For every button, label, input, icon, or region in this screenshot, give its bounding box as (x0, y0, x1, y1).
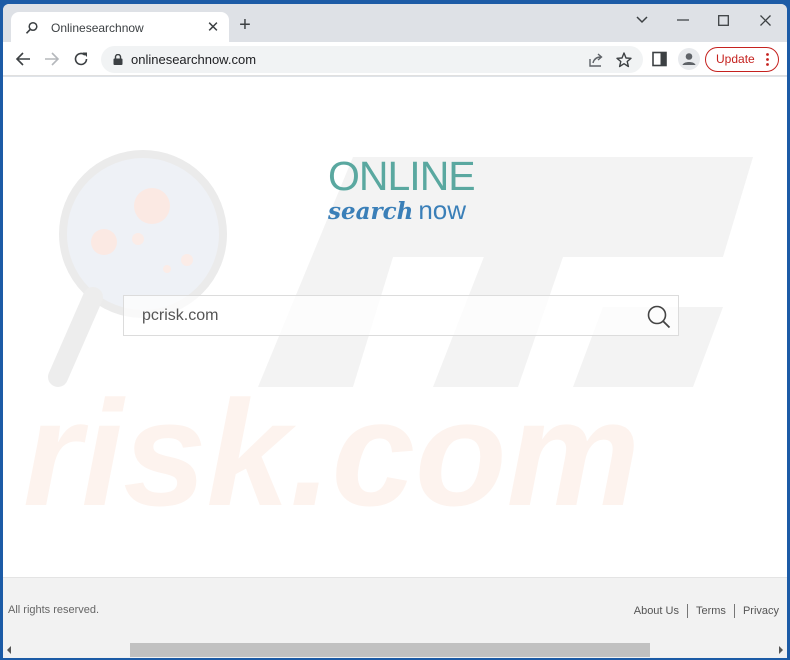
arrow-left-icon (15, 52, 30, 66)
tab-search-dropdown-button[interactable] (629, 10, 655, 30)
browser-window: Onlinesearchnow ✕ + onlinesearchnow.com (3, 4, 787, 658)
new-tab-button[interactable]: + (235, 15, 255, 36)
close-icon (759, 14, 771, 26)
horizontal-scrollbar[interactable] (3, 641, 787, 658)
arrow-right-icon (45, 52, 60, 66)
site-logo: ONLINE search now (328, 153, 478, 228)
logo-online-text: ONLINE (328, 153, 476, 199)
close-window-button[interactable] (752, 10, 778, 30)
avatar-icon (682, 53, 696, 65)
link-divider (733, 604, 735, 618)
link-divider (686, 604, 688, 618)
watermark-risk-text: risk.com (23, 369, 640, 537)
copyright-text: All rights reserved. (8, 604, 100, 616)
scroll-right-arrow-icon[interactable] (779, 646, 783, 654)
watermark-magnifier (48, 150, 227, 387)
scrollbar-thumb[interactable] (130, 643, 650, 657)
search-input[interactable] (124, 296, 634, 335)
reload-icon (74, 52, 88, 66)
search-box (123, 295, 679, 336)
side-panel-icon[interactable] (651, 50, 669, 68)
footer-links: About Us Terms Privacy (634, 604, 779, 618)
browser-toolbar: onlinesearchnow.com Update (3, 42, 787, 76)
about-us-link[interactable]: About Us (634, 605, 679, 617)
logo-search-text: search (328, 198, 414, 225)
tab-strip: Onlinesearchnow ✕ + (3, 4, 787, 46)
update-label: Update (716, 52, 755, 66)
maximize-button[interactable] (710, 10, 736, 30)
maximize-icon (717, 14, 729, 26)
terms-link[interactable]: Terms (696, 605, 726, 617)
minimize-icon (677, 19, 689, 21)
search-icon (25, 21, 38, 34)
address-bar[interactable]: onlinesearchnow.com (101, 46, 643, 73)
url-text[interactable]: onlinesearchnow.com (131, 52, 256, 67)
privacy-link[interactable]: Privacy (743, 605, 779, 617)
profile-button[interactable] (678, 48, 700, 70)
bookmark-star-icon[interactable] (615, 51, 633, 69)
tab-title: Onlinesearchnow (51, 21, 144, 35)
search-button-icon[interactable] (646, 304, 672, 330)
back-button[interactable] (12, 48, 34, 70)
update-button[interactable]: Update (705, 47, 779, 72)
logo-now-text: now (418, 195, 467, 225)
minimize-button[interactable] (670, 10, 696, 30)
page-content: risk.com ONLINE search now (3, 77, 787, 577)
chevron-down-icon (636, 16, 648, 24)
page-footer: All rights reserved. About Us Terms Priv… (3, 577, 787, 641)
forward-button[interactable] (41, 48, 63, 70)
share-icon[interactable] (587, 51, 605, 69)
lock-icon (113, 54, 123, 65)
tab-close-button[interactable]: ✕ (204, 18, 222, 36)
tab-onlinesearchnow[interactable]: Onlinesearchnow ✕ (11, 12, 229, 46)
more-menu-icon[interactable] (766, 53, 769, 66)
reload-button[interactable] (70, 48, 92, 70)
scroll-left-arrow-icon[interactable] (7, 646, 11, 654)
